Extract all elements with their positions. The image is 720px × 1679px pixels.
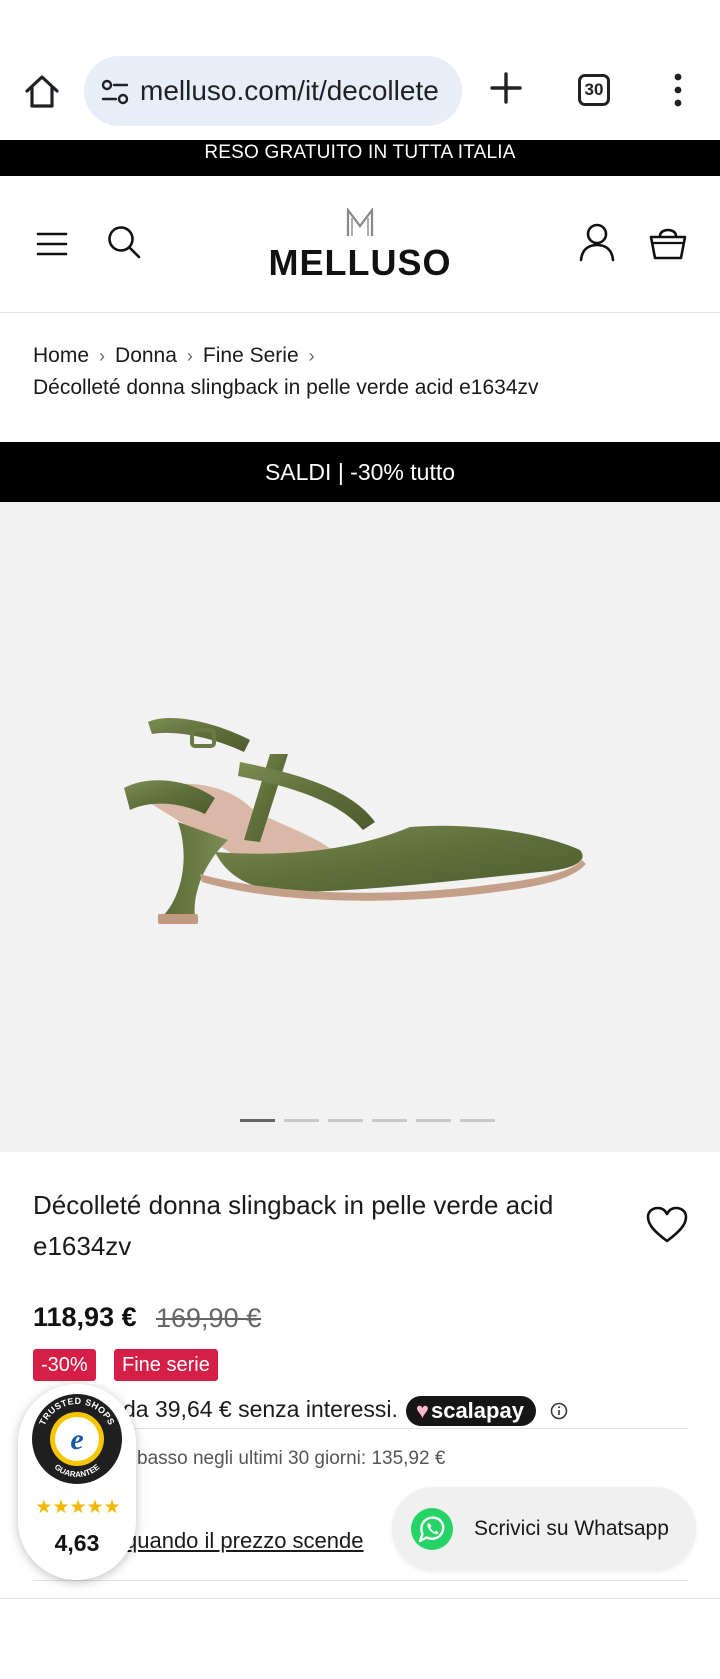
gallery-dot[interactable] xyxy=(372,1119,407,1122)
menu-icon[interactable] xyxy=(36,230,68,258)
divider xyxy=(0,1598,720,1599)
tab-switcher-icon[interactable]: 30 xyxy=(578,74,610,106)
site-settings-icon[interactable] xyxy=(100,78,130,106)
url-text[interactable]: melluso.com/it/decollete xyxy=(140,56,439,126)
breadcrumb-current: Décolleté donna slingback in pelle verde… xyxy=(33,376,539,399)
heart-icon[interactable] xyxy=(645,1205,689,1245)
breadcrumb-donna[interactable]: Donna xyxy=(115,344,177,367)
chevron-right-icon: › xyxy=(99,346,106,366)
trusted-shops-badge[interactable]: e TRUSTED SHOPS GUARANTEE ★★★★★ 4,63 xyxy=(18,1384,136,1580)
announcement-bar: RESO GRATUITO IN TUTTA ITALIA xyxy=(0,140,720,176)
gallery-dot[interactable] xyxy=(328,1119,363,1122)
breadcrumb-home[interactable]: Home xyxy=(33,344,89,367)
breadcrumb-fine-serie[interactable]: Fine Serie xyxy=(203,344,299,367)
installments-text: da 39,64 € senza interessi. xyxy=(123,1396,398,1422)
cart-icon[interactable] xyxy=(648,222,688,262)
logo-mark-icon xyxy=(346,208,374,236)
logo-wordmark: MELLUSO xyxy=(268,242,452,283)
product-gallery[interactable] xyxy=(0,502,720,1152)
fine-serie-badge: Fine serie xyxy=(114,1349,218,1381)
gallery-dot[interactable] xyxy=(240,1119,275,1122)
account-icon[interactable] xyxy=(578,222,616,262)
whatsapp-label[interactable]: Scrivici su Whatsapp xyxy=(474,1487,669,1571)
site-header: MELLUSO xyxy=(0,176,720,313)
address-bar[interactable]: melluso.com/it/decollete xyxy=(84,56,462,126)
site-logo[interactable]: MELLUSO xyxy=(260,208,460,288)
rating-value: 4,63 xyxy=(54,1530,100,1556)
sale-banner: SALDI | -30% tutto xyxy=(0,442,720,502)
svg-text:e: e xyxy=(70,1423,83,1456)
price-alert-text[interactable]: quando il prezzo scende xyxy=(125,1528,364,1553)
trusted-shops-seal-icon: e TRUSTED SHOPS GUARANTEE xyxy=(32,1394,122,1484)
scalapay-label: scalapay xyxy=(430,1397,524,1423)
whatsapp-chat-button[interactable]: Scrivici su Whatsapp xyxy=(392,1487,696,1571)
home-icon[interactable] xyxy=(22,72,62,112)
gallery-dot[interactable] xyxy=(284,1119,319,1122)
breadcrumb: Home › Donna › Fine Serie › Décolleté donna s… xyxy=(33,340,693,404)
divider xyxy=(33,1580,688,1581)
gallery-pagination[interactable] xyxy=(240,1119,504,1123)
discount-badge: -30% xyxy=(33,1349,96,1381)
browser-toolbar: melluso.com/it/decollete 30 xyxy=(0,0,720,140)
gallery-dot[interactable] xyxy=(416,1119,451,1122)
new-tab-icon[interactable] xyxy=(488,70,524,106)
heart-icon: ♥ xyxy=(415,1397,429,1423)
product-image xyxy=(124,718,586,924)
whatsapp-icon xyxy=(411,1508,453,1550)
chevron-right-icon: › xyxy=(186,346,193,366)
rating-stars: ★★★★★ xyxy=(35,1497,121,1518)
gallery-dot[interactable] xyxy=(460,1119,495,1122)
chevron-right-icon: › xyxy=(308,346,315,366)
current-price: 118,93 € xyxy=(33,1302,137,1332)
lowest-price-text: basso negli ultimi 30 giorni: 135,92 € xyxy=(137,1448,446,1469)
original-price: 169,90 € xyxy=(156,1303,262,1333)
search-icon[interactable] xyxy=(106,224,142,260)
product-title: Décolleté donna slingback in pelle verde… xyxy=(33,1190,554,1261)
more-options-icon[interactable] xyxy=(668,72,688,108)
scalapay-logo[interactable]: ♥scalapay xyxy=(405,1395,536,1426)
info-icon[interactable] xyxy=(550,1402,568,1420)
